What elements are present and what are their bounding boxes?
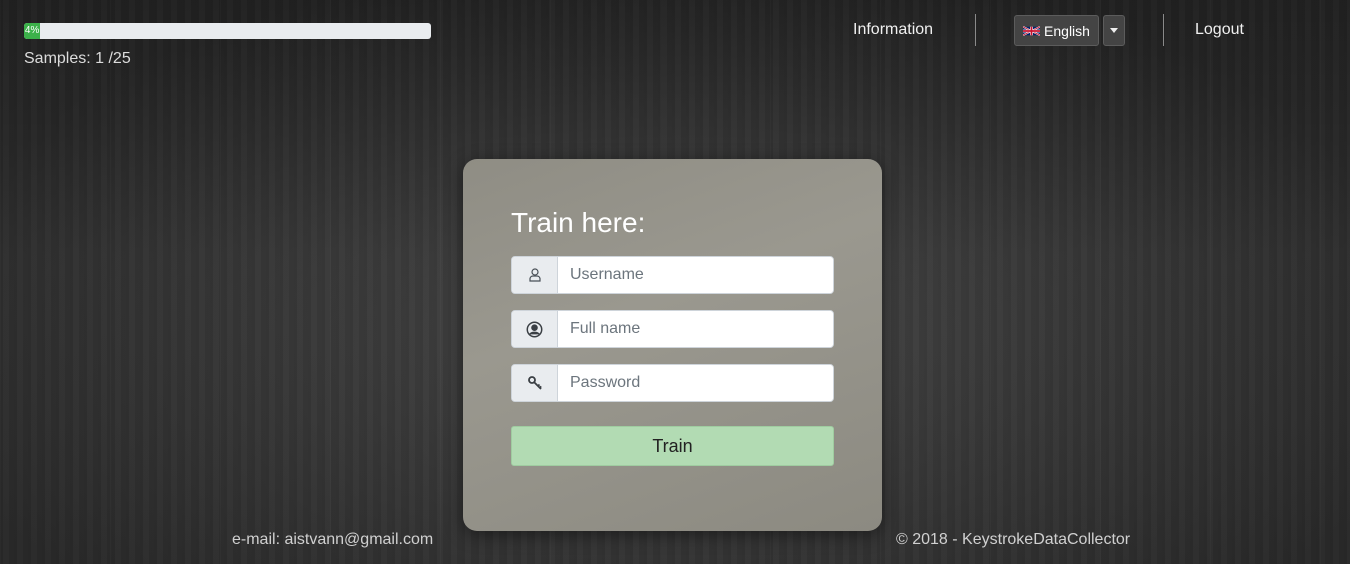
progress-fill: 4%: [24, 23, 41, 39]
caret-down-icon: [1110, 28, 1118, 33]
user-circle-icon: [512, 311, 558, 347]
logout-link[interactable]: Logout: [1195, 21, 1244, 39]
password-group: [511, 364, 834, 402]
footer-email: e-mail: aistvann@gmail.com: [232, 531, 434, 548]
card-title: Train here:: [511, 207, 646, 238]
samples-counter: Samples: 1 /25: [24, 50, 131, 67]
footer-copyright: © 2018 - KeystrokeDataCollector: [896, 531, 1131, 548]
username-group: [511, 256, 834, 294]
user-icon: [512, 257, 558, 293]
nav-divider: [975, 14, 976, 46]
fullname-input[interactable]: [558, 311, 833, 347]
key-icon: [512, 365, 558, 401]
language-button[interactable]: English: [1014, 15, 1099, 46]
username-input[interactable]: [558, 257, 833, 293]
train-card: Train here: Train: [463, 159, 882, 531]
language-dropdown-toggle[interactable]: [1103, 15, 1125, 46]
progress-bar: 4%: [24, 23, 431, 39]
nav-divider: [1163, 14, 1164, 46]
uk-flag-icon: [1023, 25, 1041, 36]
train-button[interactable]: Train: [511, 426, 834, 466]
information-link[interactable]: Information: [853, 21, 933, 39]
language-label: English: [1044, 22, 1090, 39]
password-input[interactable]: [558, 365, 833, 401]
fullname-group: [511, 310, 834, 348]
